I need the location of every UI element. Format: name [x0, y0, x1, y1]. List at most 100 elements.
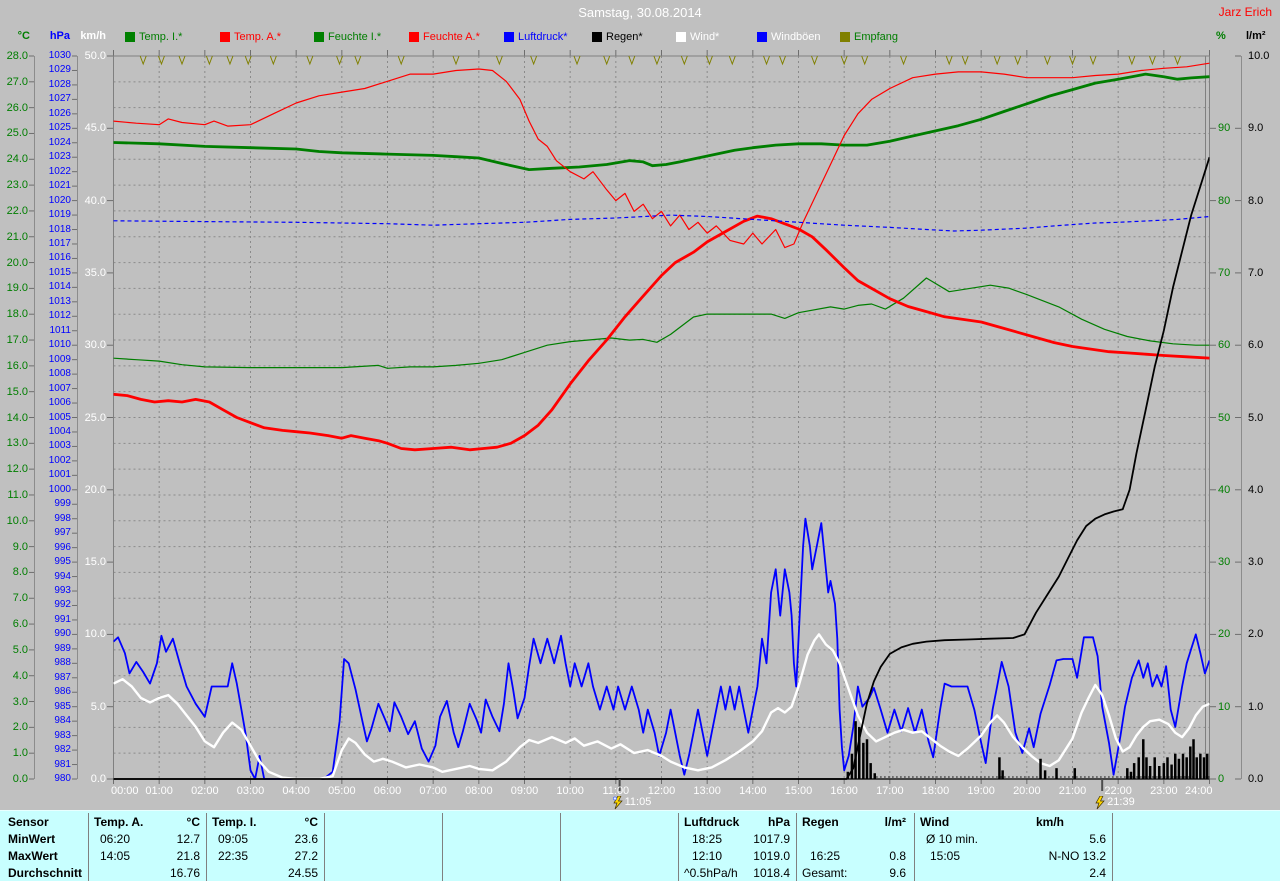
temp-i-max-value: 27.2 — [294, 849, 318, 863]
tick-label: 998 — [54, 512, 71, 524]
tick-label: 0.0 — [90, 773, 106, 785]
tick-label: 16:00 — [830, 785, 858, 797]
event-time-label: 21:39 — [1107, 796, 1135, 808]
tick-label: 0.0 — [1248, 773, 1264, 785]
summary-row-label-avg: Durchschnitt — [8, 866, 83, 880]
tick-label: 1012 — [48, 310, 71, 322]
tick-label: 5.0 — [90, 700, 106, 713]
tick-label: 30 — [1218, 556, 1231, 569]
wind-avg-value: 2.4 — [1089, 866, 1106, 880]
tick-label: 80 — [1218, 194, 1231, 207]
wind-avg10-value: 5.6 — [1089, 832, 1106, 846]
tick-label: 1009 — [48, 353, 71, 365]
event-flash-icon — [1095, 796, 1105, 810]
col-temp-a-unit: °C — [186, 815, 200, 829]
tick-label: 13:00 — [693, 785, 721, 797]
table-column-separator — [206, 813, 207, 881]
tick-label: 987 — [54, 671, 71, 683]
tick-label: 1023 — [48, 151, 71, 163]
rain-total-value: 9.6 — [889, 866, 906, 880]
tick-label: 04:00 — [282, 785, 310, 797]
tick-label: 9.0 — [1248, 122, 1264, 135]
tick-label: 10.0 — [84, 628, 106, 641]
tick-label: 35.0 — [84, 266, 106, 279]
tick-label: 999 — [54, 498, 71, 510]
event-flash-icon — [612, 796, 623, 810]
wind-max-time: 15:05 — [930, 849, 961, 863]
temp-a-min-value: 12.7 — [176, 832, 200, 846]
table-column-separator — [914, 813, 915, 881]
col-wind-title: Wind — [920, 815, 950, 829]
tick-label: 1016 — [48, 252, 71, 264]
tick-label: 07:00 — [419, 785, 447, 797]
wind-avg10-label: Ø 10 min. — [926, 832, 979, 846]
tick-label: 1.0 — [1248, 700, 1264, 713]
tick-label: 40 — [1218, 483, 1231, 496]
tick-label: 984 — [54, 715, 71, 727]
temp-i-max-time: 22:35 — [218, 849, 249, 863]
tick-label: 19:00 — [967, 785, 995, 797]
col-temp-i-title: Temp. I. — [212, 815, 257, 829]
tick-label: 992 — [54, 599, 71, 611]
col-pressure-unit: hPa — [767, 815, 790, 829]
tick-label: 1007 — [48, 382, 71, 394]
tick-label: 10 — [1218, 700, 1231, 713]
tick-label: 0 — [1218, 773, 1225, 785]
temp-a-max-time: 14:05 — [100, 849, 131, 863]
tick-label: 90 — [1218, 122, 1231, 135]
pressure-max-time: 12:10 — [692, 849, 723, 863]
tick-label: 986 — [54, 686, 71, 698]
tick-label: 03:00 — [236, 785, 265, 797]
temp-i-avg-value: 24.55 — [287, 866, 318, 880]
temp-a-min-time: 06:20 — [100, 832, 131, 846]
col-pressure-title: Luftdruck — [684, 815, 740, 829]
temp-a-max-value: 21.8 — [176, 849, 200, 863]
summary-table: Sensor MinWert MaxWert Durchschnitt Temp… — [0, 810, 1280, 881]
tick-label: 1006 — [48, 397, 71, 409]
tick-label: 3.0 — [1248, 556, 1264, 569]
tick-label: 989 — [54, 642, 71, 654]
tick-label: 30.0 — [84, 339, 106, 352]
wind-max-value: N-NO 13.2 — [1048, 849, 1106, 863]
temp-i-min-time: 09:05 — [218, 832, 249, 846]
tick-label: 05:00 — [328, 785, 356, 797]
pressure-max-value: 1019.0 — [753, 849, 790, 863]
col-temp-a-title: Temp. A. — [94, 815, 144, 829]
table-column-separator — [678, 813, 679, 881]
tick-label: 8.0 — [1248, 194, 1264, 207]
pressure-avg-value: 1018.4 — [753, 866, 790, 880]
summary-header-sensor: Sensor — [8, 815, 49, 829]
tick-label: 10.0 — [1248, 50, 1270, 62]
tick-label: 1003 — [48, 440, 71, 452]
tick-label: 1022 — [48, 165, 71, 177]
table-column-separator — [88, 813, 89, 881]
rain-max-time: 16:25 — [810, 849, 841, 863]
tick-label: 25.0 — [84, 411, 106, 424]
tick-label: 1008 — [48, 368, 71, 380]
tick-label: 983 — [54, 729, 71, 741]
tick-label: 1018 — [48, 223, 71, 235]
rain-total-label: Gesamt: — [802, 866, 848, 880]
tick-label: 993 — [54, 585, 71, 597]
tick-label: 20 — [1218, 628, 1231, 641]
tick-label: 06:00 — [373, 785, 402, 797]
event-marker-1105: 11:05 — [612, 796, 652, 810]
table-column-separator — [796, 813, 797, 881]
tick-label: 1028 — [48, 78, 71, 90]
tick-label: 50 — [1218, 411, 1231, 424]
event-time-label: 11:05 — [624, 796, 652, 808]
table-column-separator — [442, 813, 443, 881]
tick-label: 991 — [54, 613, 71, 625]
tick-label: 1029 — [48, 64, 71, 76]
tick-label: 4.0 — [1248, 483, 1264, 496]
tick-label: 988 — [54, 657, 71, 669]
tick-label: 60 — [1218, 339, 1231, 352]
tick-label: 50.0 — [84, 50, 106, 62]
col-rain-title: Regen — [802, 815, 839, 829]
tick-label: 70 — [1218, 266, 1231, 279]
tick-label: 982 — [54, 744, 71, 756]
tick-label: 18:00 — [921, 785, 950, 797]
temp-i-min-value: 23.6 — [294, 832, 318, 846]
tick-label: 01:00 — [145, 785, 173, 797]
tick-label: 1002 — [48, 454, 71, 466]
